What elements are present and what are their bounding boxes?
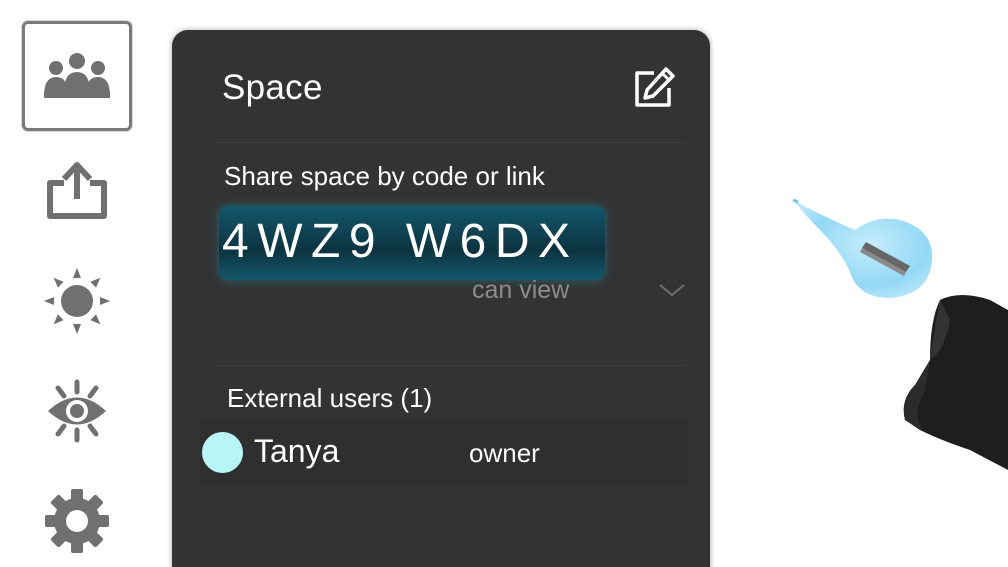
edit-button[interactable] bbox=[632, 66, 676, 110]
people-icon bbox=[44, 53, 110, 98]
toolbar-people-button[interactable] bbox=[22, 21, 132, 131]
user-role: owner bbox=[469, 438, 540, 468]
pointer-cursor-icon bbox=[792, 198, 933, 298]
avatar bbox=[202, 432, 243, 473]
share-icon bbox=[47, 162, 107, 219]
eye-icon bbox=[48, 379, 106, 443]
permission-select[interactable]: can view bbox=[472, 276, 569, 305]
external-users-label: External users (1) bbox=[227, 383, 433, 413]
share-label: Share space by code or link bbox=[224, 161, 545, 191]
toolbar-share-button[interactable] bbox=[22, 136, 132, 246]
toolbar-view-button[interactable] bbox=[22, 356, 132, 466]
divider bbox=[212, 365, 686, 366]
toolbar-lighting-button[interactable] bbox=[22, 246, 132, 356]
space-panel: Space Share space by code or link 4WZ9 W… bbox=[172, 30, 710, 567]
toolbar-settings-button[interactable] bbox=[22, 466, 132, 567]
screen: Space Share space by code or link 4WZ9 W… bbox=[0, 0, 1008, 567]
vr-controller-icon bbox=[903, 295, 1008, 470]
panel-title: Space bbox=[222, 68, 323, 107]
user-name: Tanya bbox=[254, 433, 340, 469]
sun-icon bbox=[44, 268, 110, 334]
divider bbox=[212, 142, 686, 143]
share-code[interactable]: 4WZ9 W6DX bbox=[222, 214, 579, 269]
chevron-down-icon[interactable] bbox=[657, 280, 687, 300]
gear-icon bbox=[45, 489, 109, 553]
edit-icon bbox=[635, 67, 675, 107]
